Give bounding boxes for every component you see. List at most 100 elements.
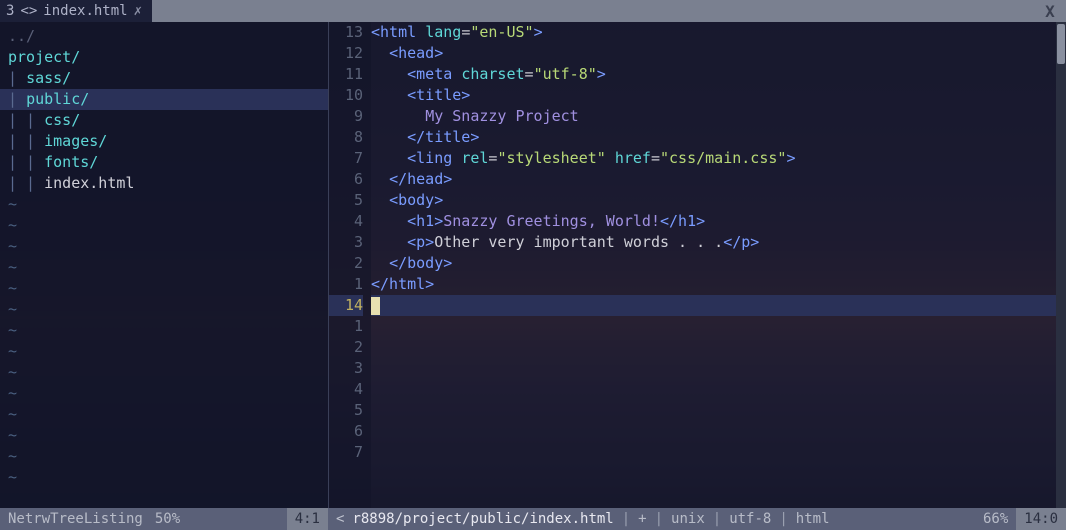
status-right-pos: 14:0 [1016,508,1066,530]
code-line[interactable]: </body> [371,253,1066,274]
tabbar-spacer [152,0,1034,22]
tree-dir[interactable]: | | css/ [8,110,328,131]
line-number: 6 [329,421,363,442]
line-number: 4 [329,211,363,232]
code-line[interactable] [371,295,1066,316]
line-number: 5 [329,190,363,211]
tree-dir[interactable]: project/ [8,47,328,68]
scrollbar[interactable] [1056,22,1066,508]
status-bar: NetrwTreeListing 50% 4:1 < r8898/project/… [0,508,1066,530]
tab-close-button[interactable]: X [1034,0,1066,22]
code-area[interactable]: <html lang="en-US"> <head> <meta charset… [371,22,1066,508]
main-split: ../project/| sass/| public/| | css/| | i… [0,22,1066,508]
html-file-icon: <> [20,3,37,19]
close-icon: X [1045,2,1055,21]
editor-pane[interactable]: 13121110987654321141234567 <html lang="e… [328,22,1066,508]
tree-dir[interactable]: | public/ [0,89,328,110]
tab-bar: 3 <> index.html ✗ X [0,0,1066,22]
tilde-line: ~ [8,299,328,320]
code-line[interactable] [371,400,1066,421]
tilde-line: ~ [8,362,328,383]
code-line[interactable]: <p>Other very important words . . .</p> [371,232,1066,253]
status-sep: | [779,511,787,527]
line-number: 14 [329,295,363,316]
tilde-line: ~ [8,320,328,341]
tilde-line: ~ [8,404,328,425]
status-sep: | [713,511,721,527]
status-encoding: utf-8 [729,511,771,527]
code-line[interactable]: <head> [371,43,1066,64]
line-number: 4 [329,379,363,400]
tilde-line: ~ [8,446,328,467]
status-sep: | [655,511,663,527]
code-line[interactable]: <html lang="en-US"> [371,22,1066,43]
code-line[interactable]: <h1>Snazzy Greetings, World!</h1> [371,211,1066,232]
status-left-name: NetrwTreeListing [8,511,143,527]
tree-dir[interactable]: | sass/ [8,68,328,89]
code-line[interactable] [371,442,1066,463]
tilde-line: ~ [8,383,328,404]
tilde-line: ~ [8,425,328,446]
code-line[interactable]: <title> [371,85,1066,106]
code-line[interactable]: <ling rel="stylesheet" href="css/main.cs… [371,148,1066,169]
tree-dir[interactable]: | | images/ [8,131,328,152]
tilde-line: ~ [8,215,328,236]
tab-active[interactable]: 3 <> index.html ✗ [0,0,152,22]
tab-modified-icon: ✗ [134,3,142,19]
line-number: 3 [329,232,363,253]
editor[interactable]: 13121110987654321141234567 <html lang="e… [329,22,1066,508]
tree-dir[interactable]: ../ [8,26,328,47]
status-left-percent: 50% [155,511,180,527]
tilde-line: ~ [8,467,328,488]
line-number: 13 [329,22,363,43]
tilde-line: ~ [8,236,328,257]
line-number: 3 [329,358,363,379]
line-number: 5 [329,400,363,421]
vim-window: 3 <> index.html ✗ X ../project/| sass/| … [0,0,1066,530]
code-line[interactable]: </html> [371,274,1066,295]
scrollbar-thumb[interactable] [1057,24,1065,64]
line-number: 7 [329,442,363,463]
status-arrow-icon: < [336,511,344,527]
status-file-path: r8898/project/public/index.html [352,511,613,527]
code-line[interactable] [371,379,1066,400]
code-line[interactable]: <body> [371,190,1066,211]
status-fileformat: unix [671,511,705,527]
line-number: 1 [329,316,363,337]
code-line[interactable] [371,421,1066,442]
tilde-line: ~ [8,341,328,362]
code-line[interactable]: <meta charset="utf-8"> [371,64,1066,85]
line-number: 2 [329,337,363,358]
line-number: 10 [329,85,363,106]
netrw-pane[interactable]: ../project/| sass/| public/| | css/| | i… [0,22,328,508]
tilde-line: ~ [8,257,328,278]
line-number: 8 [329,127,363,148]
status-sep: | [622,511,630,527]
line-number: 6 [329,169,363,190]
tilde-line: ~ [8,278,328,299]
cursor [371,297,380,315]
line-number: 1 [329,274,363,295]
tree-file[interactable]: | | index.html [8,173,328,194]
line-gutter: 13121110987654321141234567 [329,22,371,508]
tilde-line: ~ [8,194,328,215]
code-line[interactable]: </head> [371,169,1066,190]
line-number: 12 [329,43,363,64]
line-number: 2 [329,253,363,274]
status-right-percent: 66% [983,511,1008,527]
status-modified-flag: + [638,511,646,527]
line-number: 9 [329,106,363,127]
line-number: 7 [329,148,363,169]
line-number: 11 [329,64,363,85]
status-left: NetrwTreeListing 50% 4:1 [0,508,328,530]
status-filetype: html [796,511,830,527]
tab-filename: index.html [43,3,127,19]
code-line[interactable] [371,316,1066,337]
code-line[interactable]: My Snazzy Project [371,106,1066,127]
tab-index: 3 [6,3,14,19]
tree-dir[interactable]: | | fonts/ [8,152,328,173]
file-tree[interactable]: ../project/| sass/| public/| | css/| | i… [0,22,328,508]
code-line[interactable] [371,337,1066,358]
code-line[interactable]: </title> [371,127,1066,148]
code-line[interactable] [371,358,1066,379]
